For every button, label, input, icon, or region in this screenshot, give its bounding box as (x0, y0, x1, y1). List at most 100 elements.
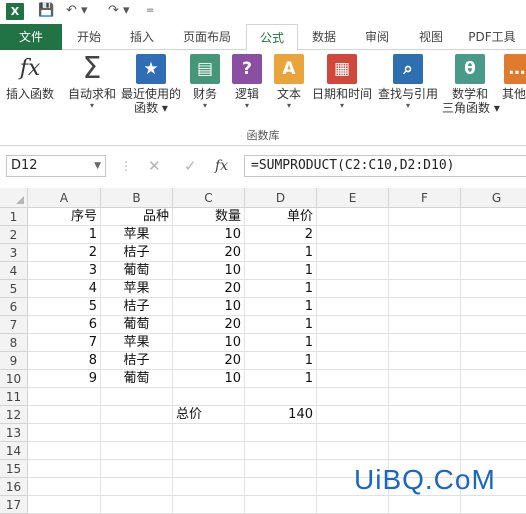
tab-review[interactable]: 审阅 (350, 24, 404, 50)
cell[interactable] (389, 424, 461, 442)
cell[interactable] (173, 388, 245, 406)
cell[interactable] (245, 460, 317, 478)
data-cell[interactable]: 10 (173, 334, 245, 352)
undo-icon[interactable]: ↶ ▾ (66, 2, 88, 20)
cell[interactable] (317, 298, 389, 316)
cell[interactable] (389, 352, 461, 370)
cell[interactable] (461, 442, 526, 460)
customize-qat-icon[interactable]: = (146, 2, 154, 20)
more-functions-button[interactable]: … 其他 (500, 54, 526, 101)
cell[interactable] (317, 316, 389, 334)
data-cell[interactable]: 葡萄 (101, 316, 173, 334)
cell[interactable] (461, 226, 526, 244)
row-header-10[interactable]: 10 (0, 370, 28, 388)
row-header-17[interactable]: 17 (0, 496, 28, 514)
column-header-g[interactable]: G (461, 188, 526, 208)
data-cell[interactable]: 1 (245, 298, 317, 316)
tab-file[interactable]: 文件 (0, 24, 62, 50)
data-cell[interactable]: 3 (28, 262, 101, 280)
data-cell[interactable]: 20 (173, 280, 245, 298)
cell[interactable] (461, 280, 526, 298)
cell[interactable] (389, 316, 461, 334)
name-box[interactable]: D12 ▼ (6, 155, 106, 177)
cancel-icon[interactable]: ✕ (148, 155, 161, 177)
cell[interactable] (317, 334, 389, 352)
data-cell[interactable]: 10 (173, 262, 245, 280)
cell[interactable] (461, 244, 526, 262)
data-cell[interactable]: 桔子 (101, 244, 173, 262)
column-header-d[interactable]: D (245, 188, 317, 208)
header-cell[interactable]: 序号 (28, 208, 101, 226)
column-header-c[interactable]: C (173, 188, 245, 208)
data-cell[interactable]: 1 (245, 352, 317, 370)
data-cell[interactable]: 1 (245, 280, 317, 298)
cell[interactable] (101, 442, 173, 460)
lookup-reference-button[interactable]: ⌕ 查找与引用 ▾ (376, 54, 440, 111)
data-cell[interactable]: 葡萄 (101, 262, 173, 280)
cell[interactable] (317, 262, 389, 280)
row-header-15[interactable]: 15 (0, 460, 28, 478)
header-cell[interactable]: 品种 (101, 208, 173, 226)
data-cell[interactable]: 1 (245, 316, 317, 334)
data-cell[interactable]: 苹果 (101, 334, 173, 352)
cell[interactable] (173, 460, 245, 478)
data-cell[interactable]: 桔子 (101, 352, 173, 370)
cell[interactable] (389, 244, 461, 262)
cell[interactable] (317, 442, 389, 460)
cell[interactable] (461, 298, 526, 316)
data-cell[interactable]: 2 (28, 244, 101, 262)
formula-input[interactable]: =SUMPRODUCT(C2:C10,D2:D10) (244, 155, 526, 177)
cell[interactable] (173, 442, 245, 460)
cell[interactable] (28, 496, 101, 514)
cell[interactable] (173, 478, 245, 496)
cell[interactable] (28, 424, 101, 442)
cell[interactable] (461, 406, 526, 424)
data-cell[interactable]: 葡萄 (101, 370, 173, 388)
row-header-9[interactable]: 9 (0, 352, 28, 370)
row-header-13[interactable]: 13 (0, 424, 28, 442)
data-cell[interactable]: 9 (28, 370, 101, 388)
cell[interactable] (101, 478, 173, 496)
cell[interactable] (173, 496, 245, 514)
cell[interactable] (28, 388, 101, 406)
select-all-button[interactable] (0, 188, 28, 208)
cell[interactable] (317, 226, 389, 244)
row-header-14[interactable]: 14 (0, 442, 28, 460)
cell[interactable] (245, 388, 317, 406)
total-label-cell[interactable]: 总价 (173, 406, 245, 424)
row-header-1[interactable]: 1 (0, 208, 28, 226)
tab-page-layout[interactable]: 页面布局 (168, 24, 246, 50)
data-cell[interactable]: 苹果 (101, 280, 173, 298)
cell[interactable] (245, 478, 317, 496)
cell[interactable] (28, 406, 101, 424)
data-cell[interactable]: 苹果 (101, 226, 173, 244)
data-cell[interactable]: 1 (28, 226, 101, 244)
data-cell[interactable]: 7 (28, 334, 101, 352)
cell[interactable] (389, 226, 461, 244)
enter-check-icon[interactable]: ✓ (184, 155, 197, 177)
data-cell[interactable]: 8 (28, 352, 101, 370)
row-header-12[interactable]: 12 (0, 406, 28, 424)
redo-icon[interactable]: ↷ ▾ (108, 2, 130, 20)
math-trig-button[interactable]: θ 数学和 三角函数 ▾ (442, 54, 500, 115)
insert-function-button[interactable]: 𝑓x 插入函数 (4, 54, 56, 101)
cell[interactable] (389, 280, 461, 298)
cell[interactable] (101, 424, 173, 442)
cell[interactable] (101, 460, 173, 478)
data-cell[interactable]: 2 (245, 226, 317, 244)
cell[interactable] (28, 442, 101, 460)
cell[interactable] (389, 406, 461, 424)
row-header-2[interactable]: 2 (0, 226, 28, 244)
tab-home[interactable]: 开始 (62, 24, 116, 50)
data-cell[interactable]: 10 (173, 226, 245, 244)
cell[interactable] (28, 478, 101, 496)
data-cell[interactable]: 20 (173, 316, 245, 334)
data-cell[interactable]: 5 (28, 298, 101, 316)
cell[interactable] (245, 442, 317, 460)
tab-data[interactable]: 数据 (298, 24, 350, 50)
cell[interactable] (461, 424, 526, 442)
insert-function-fx-icon[interactable]: fx (215, 155, 228, 177)
cell[interactable] (389, 334, 461, 352)
header-cell[interactable]: 数量 (173, 208, 245, 226)
row-header-8[interactable]: 8 (0, 334, 28, 352)
